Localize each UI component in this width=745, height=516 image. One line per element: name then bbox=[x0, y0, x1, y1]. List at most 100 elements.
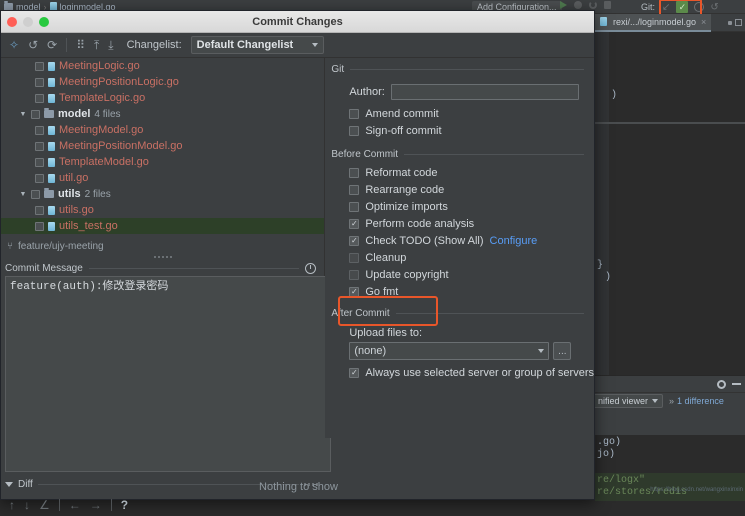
reformat-code-checkbox[interactable] bbox=[349, 168, 359, 178]
table-row[interactable]: TemplateLogic.go bbox=[1, 90, 324, 106]
table-row[interactable]: util.go bbox=[1, 170, 324, 186]
table-row[interactable]: ▼ utils 2 files bbox=[1, 186, 324, 202]
upload-server-select[interactable]: (none) bbox=[349, 342, 549, 360]
table-row[interactable]: MeetingLogic.go bbox=[1, 58, 324, 74]
go-fmt-row[interactable]: Go fmt bbox=[331, 283, 594, 300]
table-row[interactable]: MeetingPositionLogic.go bbox=[1, 74, 324, 90]
configure-link[interactable]: Configure bbox=[490, 235, 538, 247]
changed-files-tree[interactable]: MeetingLogic.go MeetingPositionLogic.go … bbox=[1, 58, 324, 238]
optimize-imports-checkbox[interactable] bbox=[349, 202, 359, 212]
editor-tab-strip: rexi/.../loginmodel.go × bbox=[595, 14, 745, 32]
next-difference-icon[interactable]: » bbox=[669, 396, 674, 406]
table-row[interactable]: ▼ model 4 files bbox=[1, 106, 324, 122]
accept-right-icon[interactable]: → bbox=[90, 499, 102, 511]
push-icon[interactable] bbox=[694, 2, 704, 12]
signoff-commit-checkbox[interactable] bbox=[349, 126, 359, 136]
commit-check-icon[interactable]: ✓ bbox=[676, 1, 688, 13]
rearrange-code-row[interactable]: Rearrange code bbox=[331, 181, 594, 198]
always-use-server-checkbox[interactable] bbox=[349, 368, 359, 378]
go-file-icon bbox=[48, 222, 55, 231]
accept-left-icon[interactable]: ← bbox=[69, 499, 81, 511]
help-icon[interactable]: ? bbox=[121, 498, 128, 512]
close-icon[interactable] bbox=[7, 17, 17, 27]
file-checkbox[interactable] bbox=[35, 158, 44, 167]
next-difference-icon[interactable]: ↓ bbox=[24, 499, 30, 511]
cleanup-label: Cleanup bbox=[365, 252, 406, 264]
collapse-all-icon[interactable]: ⤓ bbox=[108, 39, 113, 51]
cleanup-row[interactable]: Cleanup bbox=[331, 249, 594, 266]
rollback-icon[interactable]: ↺ bbox=[710, 2, 718, 13]
tab-list-icon[interactable] bbox=[728, 21, 732, 25]
table-row[interactable]: MeetingModel.go bbox=[1, 122, 324, 138]
clock-icon[interactable] bbox=[305, 263, 316, 274]
table-row[interactable]: TemplateModel.go bbox=[1, 154, 324, 170]
rerun-icon[interactable] bbox=[589, 1, 597, 9]
compare-icon[interactable]: ∠ bbox=[39, 499, 50, 511]
diff-empty-text: Nothing to show bbox=[1, 481, 596, 493]
table-row[interactable]: utils_test.go bbox=[1, 218, 324, 234]
current-branch: ⑂ feature/ujy-meeting bbox=[1, 238, 324, 254]
viewer-mode-select[interactable]: nified viewer bbox=[593, 394, 663, 408]
viewer-mode-label: nified viewer bbox=[598, 396, 648, 406]
always-use-server-row[interactable]: Always use selected server or group of s… bbox=[331, 364, 594, 381]
file-checkbox[interactable] bbox=[35, 222, 44, 231]
file-name: utils_test.go bbox=[59, 220, 118, 232]
optimize-imports-label: Optimize imports bbox=[365, 201, 448, 213]
before-commit-header: Before Commit bbox=[331, 149, 594, 160]
chevron-down-icon[interactable]: ▼ bbox=[19, 111, 27, 118]
rearrange-code-checkbox[interactable] bbox=[349, 185, 359, 195]
update-copyright-row[interactable]: Update copyright bbox=[331, 266, 594, 283]
table-row[interactable]: MeetingPositionModel.go bbox=[1, 138, 324, 154]
revert-icon[interactable]: ↺ bbox=[28, 39, 38, 51]
stop-icon[interactable] bbox=[604, 1, 611, 9]
chevron-down-icon[interactable]: ▼ bbox=[19, 191, 27, 198]
file-checkbox[interactable] bbox=[35, 174, 44, 183]
refresh-icon[interactable]: ⟳ bbox=[47, 39, 57, 51]
prev-difference-icon[interactable]: ↑ bbox=[9, 499, 15, 511]
run-icon[interactable] bbox=[560, 1, 567, 9]
check-todo-checkbox[interactable] bbox=[349, 236, 359, 246]
minimize-icon[interactable] bbox=[732, 383, 741, 385]
go-file-icon bbox=[48, 174, 55, 183]
check-todo-row[interactable]: Check TODO (Show All) Configure bbox=[331, 232, 594, 249]
file-checkbox[interactable] bbox=[35, 126, 44, 135]
file-checkbox[interactable] bbox=[35, 206, 44, 215]
table-row[interactable]: utils.go bbox=[1, 202, 324, 218]
signoff-commit-row[interactable]: Sign-off commit bbox=[331, 122, 594, 139]
amend-commit-row[interactable]: Amend commit bbox=[331, 105, 594, 122]
before-commit-label: Before Commit bbox=[331, 149, 398, 160]
split-editor-icon[interactable] bbox=[735, 19, 742, 26]
minimize-icon[interactable] bbox=[23, 17, 33, 27]
browse-servers-button[interactable]: ... bbox=[553, 342, 571, 360]
group-by-icon[interactable]: ⠿ bbox=[76, 39, 85, 51]
close-icon[interactable]: × bbox=[701, 17, 706, 27]
zoom-icon[interactable] bbox=[39, 17, 49, 27]
editor-tab-loginmodel[interactable]: rexi/.../loginmodel.go × bbox=[595, 14, 711, 32]
diff-code-line: jo) bbox=[597, 449, 615, 460]
optimize-imports-row[interactable]: Optimize imports bbox=[331, 198, 594, 215]
perform-code-analysis-checkbox[interactable] bbox=[349, 219, 359, 229]
tabstrip-controls bbox=[728, 19, 745, 26]
file-checkbox[interactable] bbox=[35, 78, 44, 87]
cleanup-checkbox[interactable] bbox=[349, 253, 359, 263]
update-project-icon[interactable]: ↙ bbox=[662, 2, 670, 13]
folder-checkbox[interactable] bbox=[31, 190, 40, 199]
file-checkbox[interactable] bbox=[35, 62, 44, 71]
gear-icon[interactable] bbox=[717, 380, 726, 389]
amend-commit-checkbox[interactable] bbox=[349, 109, 359, 119]
perform-code-analysis-row[interactable]: Perform code analysis bbox=[331, 215, 594, 232]
debug-icon[interactable] bbox=[574, 1, 582, 9]
reformat-code-row[interactable]: Reformat code bbox=[331, 164, 594, 181]
author-input[interactable] bbox=[391, 84, 579, 100]
commit-message-input[interactable]: feature(auth):修改登录密码 bbox=[5, 276, 331, 472]
folder-checkbox[interactable] bbox=[31, 110, 40, 119]
file-checkbox[interactable] bbox=[35, 142, 44, 151]
go-fmt-checkbox[interactable] bbox=[349, 287, 359, 297]
editor-area[interactable]: ) } ) bbox=[595, 32, 745, 387]
update-copyright-checkbox[interactable] bbox=[349, 270, 359, 280]
magic-wand-icon[interactable]: ✧ bbox=[9, 39, 19, 51]
expand-all-icon[interactable]: ⤒ bbox=[94, 39, 99, 51]
changelist-select[interactable]: Default Changelist bbox=[191, 36, 324, 54]
dialog-toolbar: ✧ ↺ ⟳ ⠿ ⤒ ⤓ Changelist: Default Changeli… bbox=[1, 33, 594, 58]
file-checkbox[interactable] bbox=[35, 94, 44, 103]
